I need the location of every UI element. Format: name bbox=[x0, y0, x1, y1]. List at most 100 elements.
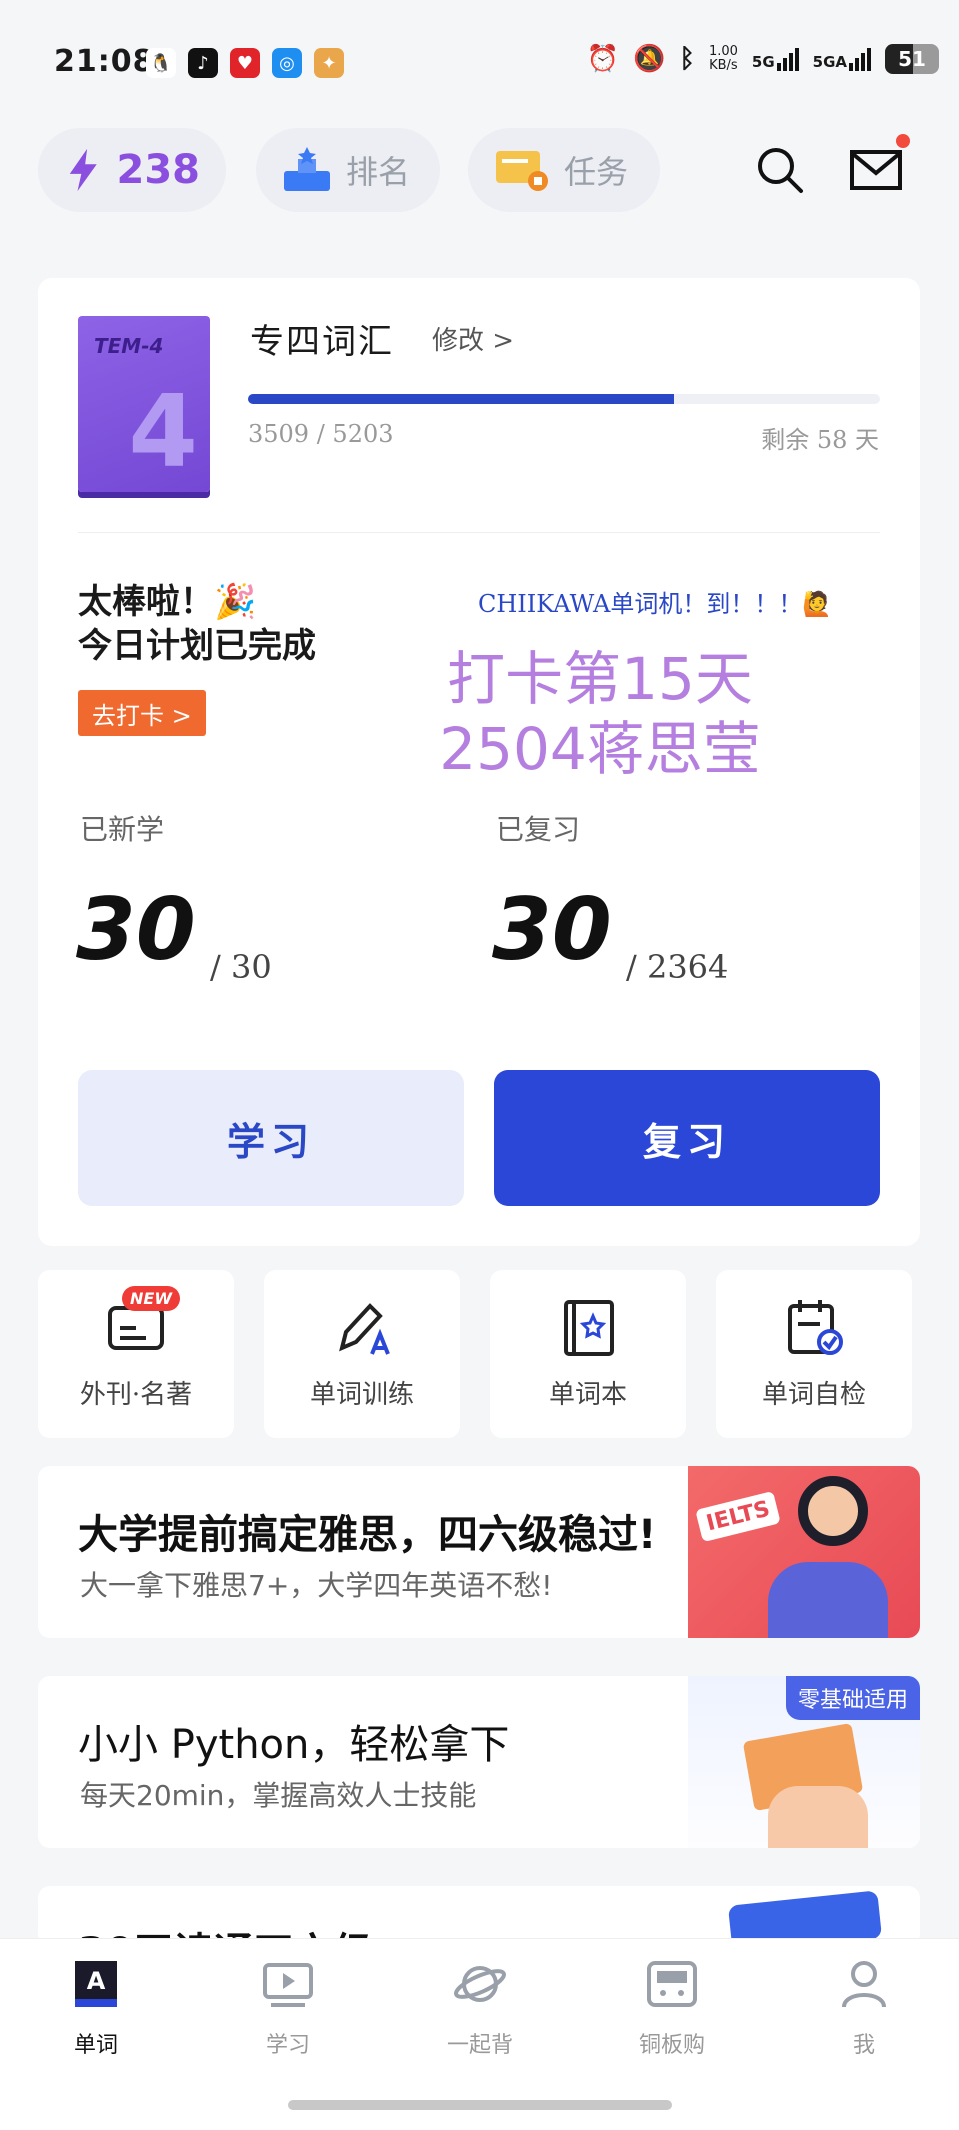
mail-button[interactable] bbox=[848, 142, 904, 198]
search-button[interactable] bbox=[752, 142, 808, 198]
signal-bars-icon bbox=[776, 47, 799, 71]
overlay-caption: CHIIKAWA单词机！到！！！🙋 bbox=[478, 590, 833, 618]
nav-label: 学习 bbox=[265, 2033, 310, 2058]
status-time: 21:08 bbox=[54, 44, 155, 79]
signal-bars-icon bbox=[849, 47, 871, 71]
tile-label: 单词本 bbox=[548, 1379, 627, 1410]
tile-word-training[interactable]: 单词训练 bbox=[264, 1270, 460, 1438]
divider bbox=[78, 532, 880, 533]
energy-pill[interactable]: 238 bbox=[38, 128, 226, 212]
nav-label: 铜板购 bbox=[638, 2033, 705, 2058]
energy-count: 238 bbox=[116, 147, 201, 193]
checkin-day-text: 打卡第15天 bbox=[447, 645, 753, 713]
tile-self-check[interactable]: 单词自检 bbox=[716, 1270, 912, 1438]
task-label: 任务 bbox=[564, 153, 629, 191]
book-tag: TEM-4 bbox=[94, 334, 164, 358]
mute-icon: 🔕 bbox=[632, 44, 666, 74]
python-illustration: 零基础适用 bbox=[688, 1676, 920, 1848]
learn-button[interactable]: 学习 bbox=[78, 1070, 464, 1206]
nav-me[interactable]: 我 bbox=[804, 1959, 924, 2059]
task-button[interactable]: 任务 bbox=[468, 128, 660, 212]
alarm-icon: ⏰ bbox=[586, 44, 619, 74]
mail-icon bbox=[850, 150, 902, 190]
app-heart-icon: ♥ bbox=[230, 48, 260, 78]
nav-together[interactable]: 一起背 bbox=[420, 1959, 540, 2059]
reviewed-count: 30 bbox=[492, 880, 612, 980]
planet-icon bbox=[454, 1966, 506, 2002]
new-learned-total: / 30 bbox=[210, 948, 272, 986]
edit-book-link[interactable]: 修改 > bbox=[432, 320, 514, 357]
net-speed-value: 1.00 bbox=[708, 44, 738, 59]
checkin-overlay-text: 打卡第15天 2504蒋思莹 bbox=[430, 644, 770, 784]
search-icon bbox=[758, 148, 803, 193]
app-circle-icon: ◎ bbox=[272, 48, 302, 78]
nav-label: 我 bbox=[852, 2033, 875, 2058]
home-indicator[interactable] bbox=[288, 2100, 672, 2110]
vocab-count: 3509 / 5203 bbox=[248, 420, 394, 448]
tem4-book-icon[interactable]: TEM-4 4 bbox=[78, 316, 210, 492]
pencil-icon bbox=[339, 1302, 390, 1355]
vocab-progress-fill bbox=[248, 394, 674, 404]
video-play-icon bbox=[263, 1963, 313, 2007]
star-book-icon bbox=[564, 1299, 614, 1356]
new-learned-label: 已新学 bbox=[80, 813, 165, 846]
banner-title: 小小 Python，轻松拿下 bbox=[78, 1722, 510, 1768]
word-book-icon: A bbox=[75, 1961, 117, 2007]
douyin-icon: ♪ bbox=[188, 48, 218, 78]
book-open-icon: NEW bbox=[106, 1285, 180, 1358]
signal-sim1: 5G bbox=[751, 47, 799, 71]
sim1-label: 5G bbox=[751, 52, 775, 71]
reviewed-label: 已复习 bbox=[496, 813, 581, 846]
tile-wordbook[interactable]: 单词本 bbox=[490, 1270, 686, 1438]
ielts-banner[interactable]: 大学提前搞定雅思，四六级稳过! 大一拿下雅思7+，大学四年英语不愁! IELTS bbox=[38, 1466, 920, 1638]
days-remaining: 剩余 58 天 bbox=[761, 426, 879, 454]
student-body bbox=[768, 1562, 888, 1638]
game-icon: ✦ bbox=[314, 48, 344, 78]
plan-status-text: 今日计划已完成 bbox=[78, 626, 316, 666]
task-ticket-icon bbox=[496, 151, 548, 191]
reviewed-total: / 2364 bbox=[626, 948, 729, 986]
python-banner[interactable]: 小小 Python，轻松拿下 每天20min，掌握高效人士技能 零基础适用 bbox=[38, 1676, 920, 1848]
nav-study[interactable]: 学习 bbox=[228, 1959, 348, 2059]
checkin-button[interactable]: 去打卡 > bbox=[78, 690, 206, 736]
vocab-progress-bar bbox=[248, 394, 880, 404]
battery-icon: 51 bbox=[885, 44, 939, 74]
tile-journals-classics[interactable]: NEW 外刊·名著 bbox=[38, 1270, 234, 1438]
ielts-illustration: IELTS bbox=[688, 1466, 920, 1638]
new-learned-count: 30 bbox=[76, 880, 196, 980]
rank-button[interactable]: 排名 bbox=[256, 128, 440, 212]
battery-level: 51 bbox=[898, 47, 926, 71]
status-indicators: ⏰ 🔕 ᛒ 1.00 KB/s 5G 5GA 51 bbox=[587, 44, 939, 74]
hand-shape bbox=[768, 1786, 868, 1848]
unread-dot bbox=[896, 134, 910, 148]
nav-label: 单词 bbox=[73, 2033, 118, 2058]
qq-icon: 🐧 bbox=[146, 48, 176, 78]
podium-icon bbox=[284, 147, 330, 191]
zero-basis-tag: 零基础适用 bbox=[785, 1676, 920, 1720]
banner-title: 大学提前搞定雅思，四六级稳过! bbox=[78, 1512, 657, 1558]
tile-label: 单词自检 bbox=[761, 1379, 866, 1410]
new-badge: NEW bbox=[122, 1285, 180, 1311]
calendar-check-icon bbox=[788, 1299, 843, 1355]
nav-label: 一起背 bbox=[446, 2033, 513, 2058]
cet-banner[interactable]: 30天读通四六级 bbox=[38, 1886, 920, 1946]
signal-sim2: 5GA bbox=[813, 47, 871, 71]
nav-shop[interactable]: 铜板购 bbox=[612, 1959, 732, 2059]
banner-subtitle: 每天20min，掌握高效人士技能 bbox=[80, 1779, 477, 1812]
praise-text: 太棒啦！🎉 bbox=[78, 582, 257, 622]
rank-label: 排名 bbox=[346, 153, 411, 191]
student-name-text: 2504蒋思莹 bbox=[439, 715, 761, 783]
person-icon bbox=[842, 1961, 886, 2008]
ielts-tag: IELTS bbox=[695, 1490, 782, 1543]
net-speed: 1.00 KB/s bbox=[709, 45, 738, 73]
nav-words[interactable]: A 单词 bbox=[36, 1959, 156, 2059]
shop-box-icon bbox=[647, 1961, 697, 2007]
banner-subtitle: 大一拿下雅思7+，大学四年英语不愁! bbox=[80, 1569, 553, 1602]
tile-label: 单词训练 bbox=[309, 1379, 414, 1410]
vocab-book-title: 专四词汇 bbox=[250, 322, 394, 362]
tile-label: 外刊·名著 bbox=[79, 1379, 193, 1410]
student-avatar bbox=[798, 1476, 868, 1546]
net-speed-unit: KB/s bbox=[709, 58, 738, 73]
status-app-icons: 🐧 ♪ ♥ ◎ ✦ bbox=[146, 48, 344, 78]
review-button[interactable]: 复习 bbox=[494, 1070, 880, 1206]
